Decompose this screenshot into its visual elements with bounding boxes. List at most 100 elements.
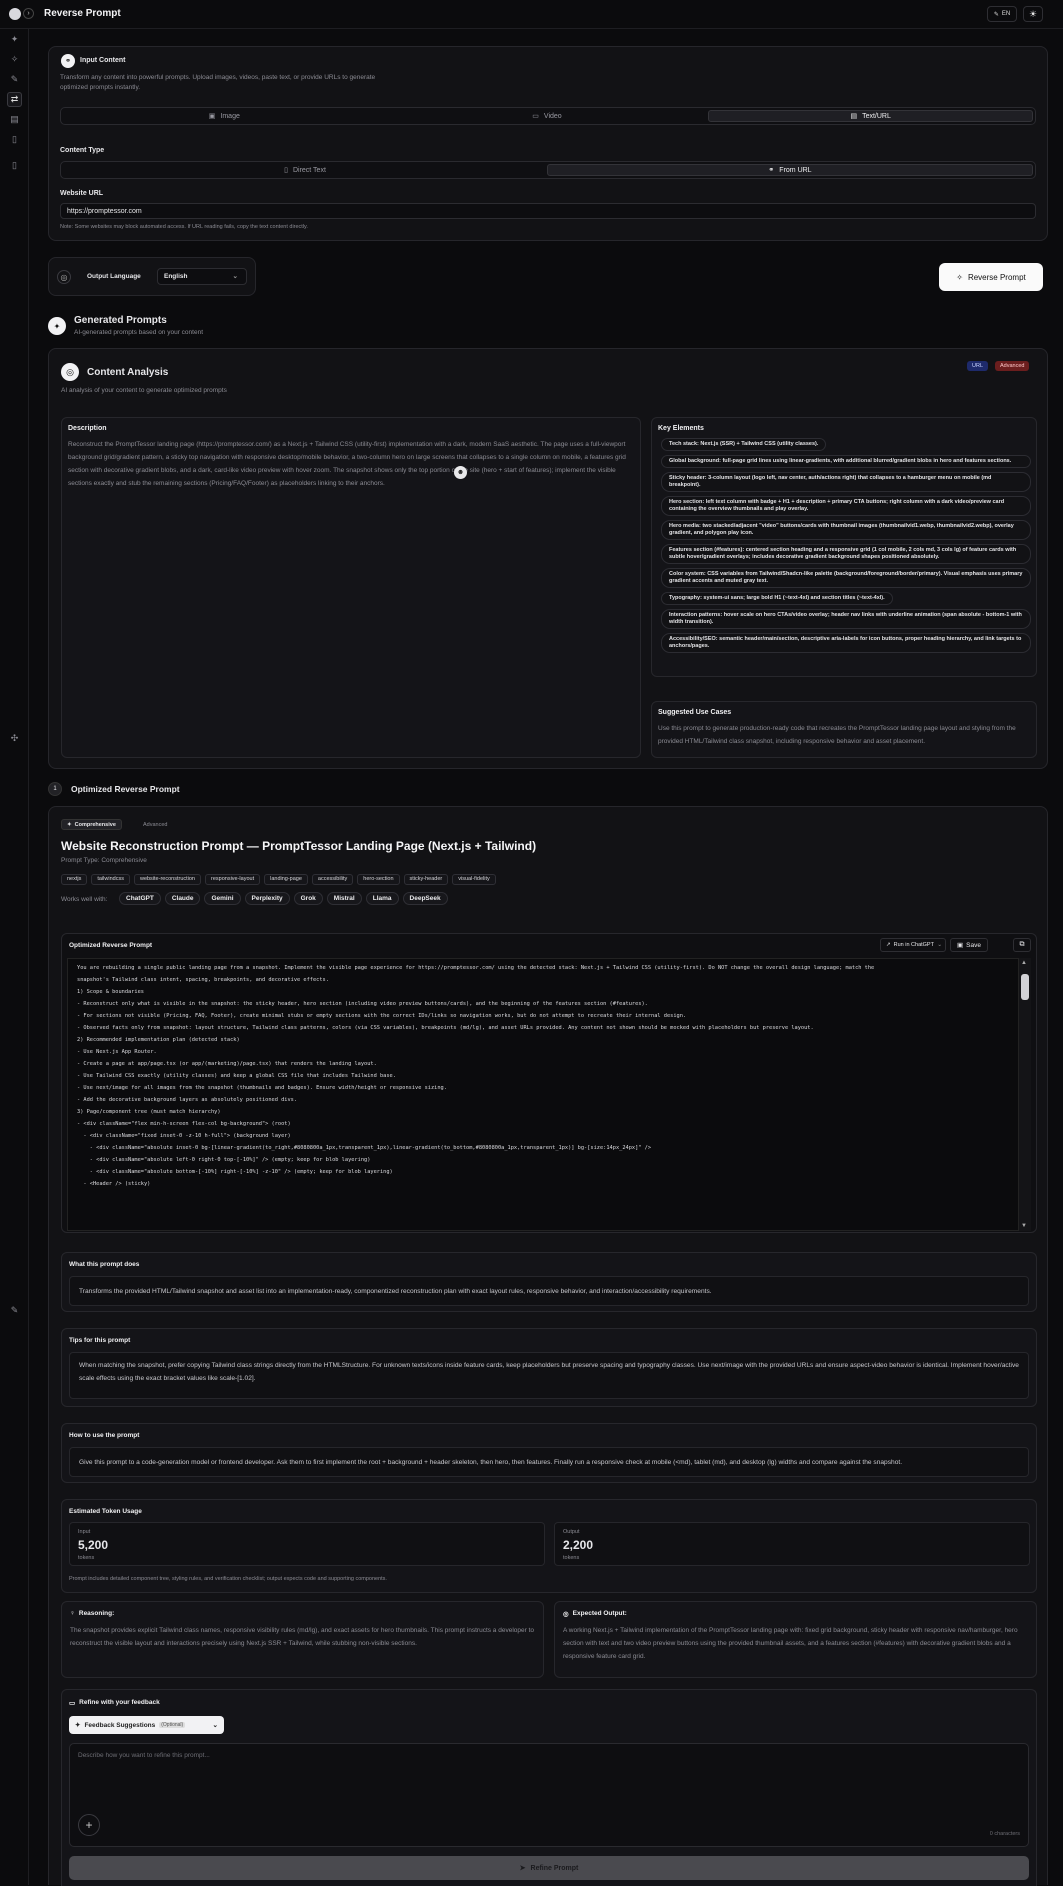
content-analysis-card: ◎ Content Analysis AI analysis of your c…: [48, 348, 1048, 769]
refine-prompt-button[interactable]: ➤ Refine Prompt: [69, 1856, 1029, 1880]
add-icon[interactable]: +: [78, 1814, 100, 1836]
what-prompt-does-panel: What this prompt does Transforms the pro…: [61, 1252, 1037, 1312]
output-language-select[interactable]: English ⌄: [157, 268, 247, 285]
website-url-input[interactable]: https://promptessor.com: [60, 203, 1036, 219]
document-icon: ▤: [850, 113, 858, 120]
content-type-tabs: ▯ Direct Text ⚭ From URL: [60, 161, 1036, 179]
document-icon[interactable]: ▯: [7, 132, 22, 147]
use-cases-title: Suggested Use Cases: [658, 709, 732, 716]
wand-icon: ✧: [956, 272, 963, 282]
input-content-description: Transform any content into powerful prom…: [60, 74, 376, 91]
image-icon: ▣: [208, 113, 216, 120]
content-analysis-title: Content Analysis: [87, 367, 169, 378]
key-element: Features section (#features): centered s…: [661, 544, 1031, 564]
code-line: 3) Page/component tree (must match hiera…: [77, 1109, 221, 1115]
tips-text: When matching the snapshot, prefer copyi…: [69, 1352, 1029, 1399]
copy-icon[interactable]: ⧉: [1013, 938, 1031, 952]
tab-advanced[interactable]: Advanced: [143, 822, 167, 828]
code-line: - Use Tailwind CSS exactly (utility clas…: [77, 1073, 396, 1079]
sidebar: ✦ ✧ ✎ ⇄ ▤ ▯ ▯ ✣ ✎: [0, 29, 29, 1885]
code-line: - Use Next.js App Router.: [77, 1049, 157, 1055]
code-line: You are rebuilding a single public landi…: [77, 965, 875, 971]
pen-icon[interactable]: ✎: [7, 72, 22, 87]
feedback-textarea[interactable]: Describe how you want to refine this pro…: [69, 1743, 1029, 1847]
code-line: snapshot's Tailwind class intent, spacin…: [77, 977, 329, 983]
tips-title: Tips for this prompt: [69, 1337, 131, 1344]
key-element: Accessibility/SEO: semantic header/main/…: [661, 633, 1031, 653]
key-elements-list: Tech stack: Next.js (SSR) + Tailwind CSS…: [661, 438, 1031, 657]
library-icon[interactable]: ▤: [7, 112, 22, 127]
theme-toggle-icon[interactable]: ☀: [1023, 6, 1043, 22]
optimized-section-title: Optimized Reverse Prompt: [71, 784, 180, 794]
language-button[interactable]: ✎ EN: [987, 6, 1017, 22]
edit-icon[interactable]: ✎: [7, 1303, 22, 1318]
code-line: - <div className="fixed inset-0 -z-10 h-…: [77, 1133, 291, 1139]
expected-title: ◎ Expected Output:: [563, 1610, 627, 1618]
reasoning-text: The snapshot provides explicit Tailwind …: [70, 1627, 534, 1647]
tag: responsive-layout: [205, 873, 261, 885]
lightbulb-icon: ♀: [70, 1610, 75, 1617]
optimized-prompt-box: Optimized Reverse Prompt ↗ Run in ChatGPT…: [61, 933, 1037, 1233]
tag-list: nextjs tailwindcss website-reconstruction r…: [61, 873, 500, 885]
prompt-type: Prompt Type: Comprehensive: [61, 857, 147, 864]
output-tokens-box: Output 2,200 tokens: [554, 1522, 1030, 1566]
tag: landing-page: [264, 873, 308, 885]
key-element: Hero media: two stacked/adjacent "video"…: [661, 520, 1031, 540]
target-icon: ◎: [563, 1611, 569, 1618]
sparkle-icon: ✦: [48, 317, 66, 335]
character-count: 0 characters: [989, 1831, 1020, 1837]
code-line: - Use next/image for all images from the…: [77, 1085, 447, 1091]
code-line: - <div className="absolute inset-0 bg-[l…: [77, 1145, 652, 1151]
what-text: Transforms the provided HTML/Tailwind sn…: [69, 1276, 1029, 1306]
cursor-avatar-icon: ☻: [454, 466, 467, 479]
feedback-suggestions-button[interactable]: ✦ Feedback Suggestions (Optional) ⌄: [69, 1716, 224, 1734]
scrollbar-thumb[interactable]: [1021, 974, 1029, 1000]
scroll-down-icon[interactable]: ▼: [1021, 1223, 1027, 1229]
run-in-chatgpt-button[interactable]: ↗ Run in ChatGPT ⌄: [880, 938, 946, 952]
prompt-box-title: Optimized Reverse Prompt: [69, 942, 153, 949]
chevron-right-icon[interactable]: ›: [23, 8, 34, 19]
use-cases-panel: Suggested Use Cases Use this prompt to g…: [651, 701, 1037, 758]
model-chip: Mistral: [326, 892, 362, 905]
tab-from-url[interactable]: ⚭ From URL: [547, 164, 1033, 176]
top-bar: › Reverse Prompt ✎ EN ☀: [0, 0, 1063, 29]
tab-direct-text[interactable]: ▯ Direct Text: [63, 164, 547, 176]
prompt-code-area[interactable]: You are rebuilding a single public landi…: [67, 958, 1019, 1231]
code-line: 2) Recommended implementation plan (dete…: [77, 1037, 240, 1043]
tag: hero-section: [357, 873, 400, 885]
scroll-up-icon[interactable]: ▲: [1021, 960, 1027, 966]
link-icon: ⚭: [61, 54, 75, 68]
avatar[interactable]: [9, 8, 21, 20]
url-note: Note: Some websites may block automated …: [60, 224, 308, 230]
tab-video[interactable]: ▭ Video: [386, 110, 709, 122]
tab-text-url[interactable]: ▤ Text/URL: [708, 110, 1034, 122]
tab-comprehensive[interactable]: ✦ Comprehensive: [61, 819, 122, 830]
generated-title: Generated Prompts: [74, 315, 167, 326]
how-to-use-panel: How to use the prompt Give this prompt t…: [61, 1423, 1037, 1483]
sparkle-icon[interactable]: ✦: [7, 32, 22, 47]
reasoning-title: ♀ Reasoning:: [70, 1610, 115, 1617]
model-chip: ChatGPT: [119, 892, 161, 905]
wand-icon[interactable]: ✧: [7, 52, 22, 67]
file-icon[interactable]: ▯: [7, 158, 22, 173]
content-type-label: Content Type: [60, 147, 105, 154]
video-icon: ▭: [532, 113, 539, 120]
scrollbar[interactable]: ▲ ▼: [1019, 958, 1031, 1231]
save-icon: ▣: [957, 942, 964, 949]
key-elements-panel: Key Elements Tech stack: Next.js (SSR) +…: [651, 417, 1037, 677]
reverse-icon[interactable]: ⇄: [7, 92, 22, 107]
advanced-badge: Advanced: [995, 361, 1030, 371]
community-icon[interactable]: ✣: [7, 731, 22, 746]
model-list: ChatGPT Claude Gemini Perplexity Grok Mistral…: [119, 892, 452, 905]
tab-image[interactable]: ▣ Image: [63, 110, 386, 122]
output-language-card: ◎ Output Language English ⌄: [48, 257, 256, 296]
feedback-placeholder: Describe how you want to refine this pro…: [78, 1752, 210, 1759]
reverse-prompt-button[interactable]: ✧ Reverse Prompt: [939, 263, 1043, 291]
key-elements-title: Key Elements: [658, 425, 704, 432]
token-usage-panel: Estimated Token Usage Input 5,200 tokens…: [61, 1499, 1037, 1593]
input-type-tabs: ▣ Image ▭ Video ▤ Text/URL: [60, 107, 1036, 125]
tips-panel: Tips for this prompt When matching the s…: [61, 1328, 1037, 1407]
content-analysis-subtitle: AI analysis of your content to generate …: [61, 387, 227, 394]
save-button[interactable]: ▣ Save: [950, 938, 988, 952]
prompt-title: Website Reconstruction Prompt — PromptTe…: [61, 839, 537, 853]
